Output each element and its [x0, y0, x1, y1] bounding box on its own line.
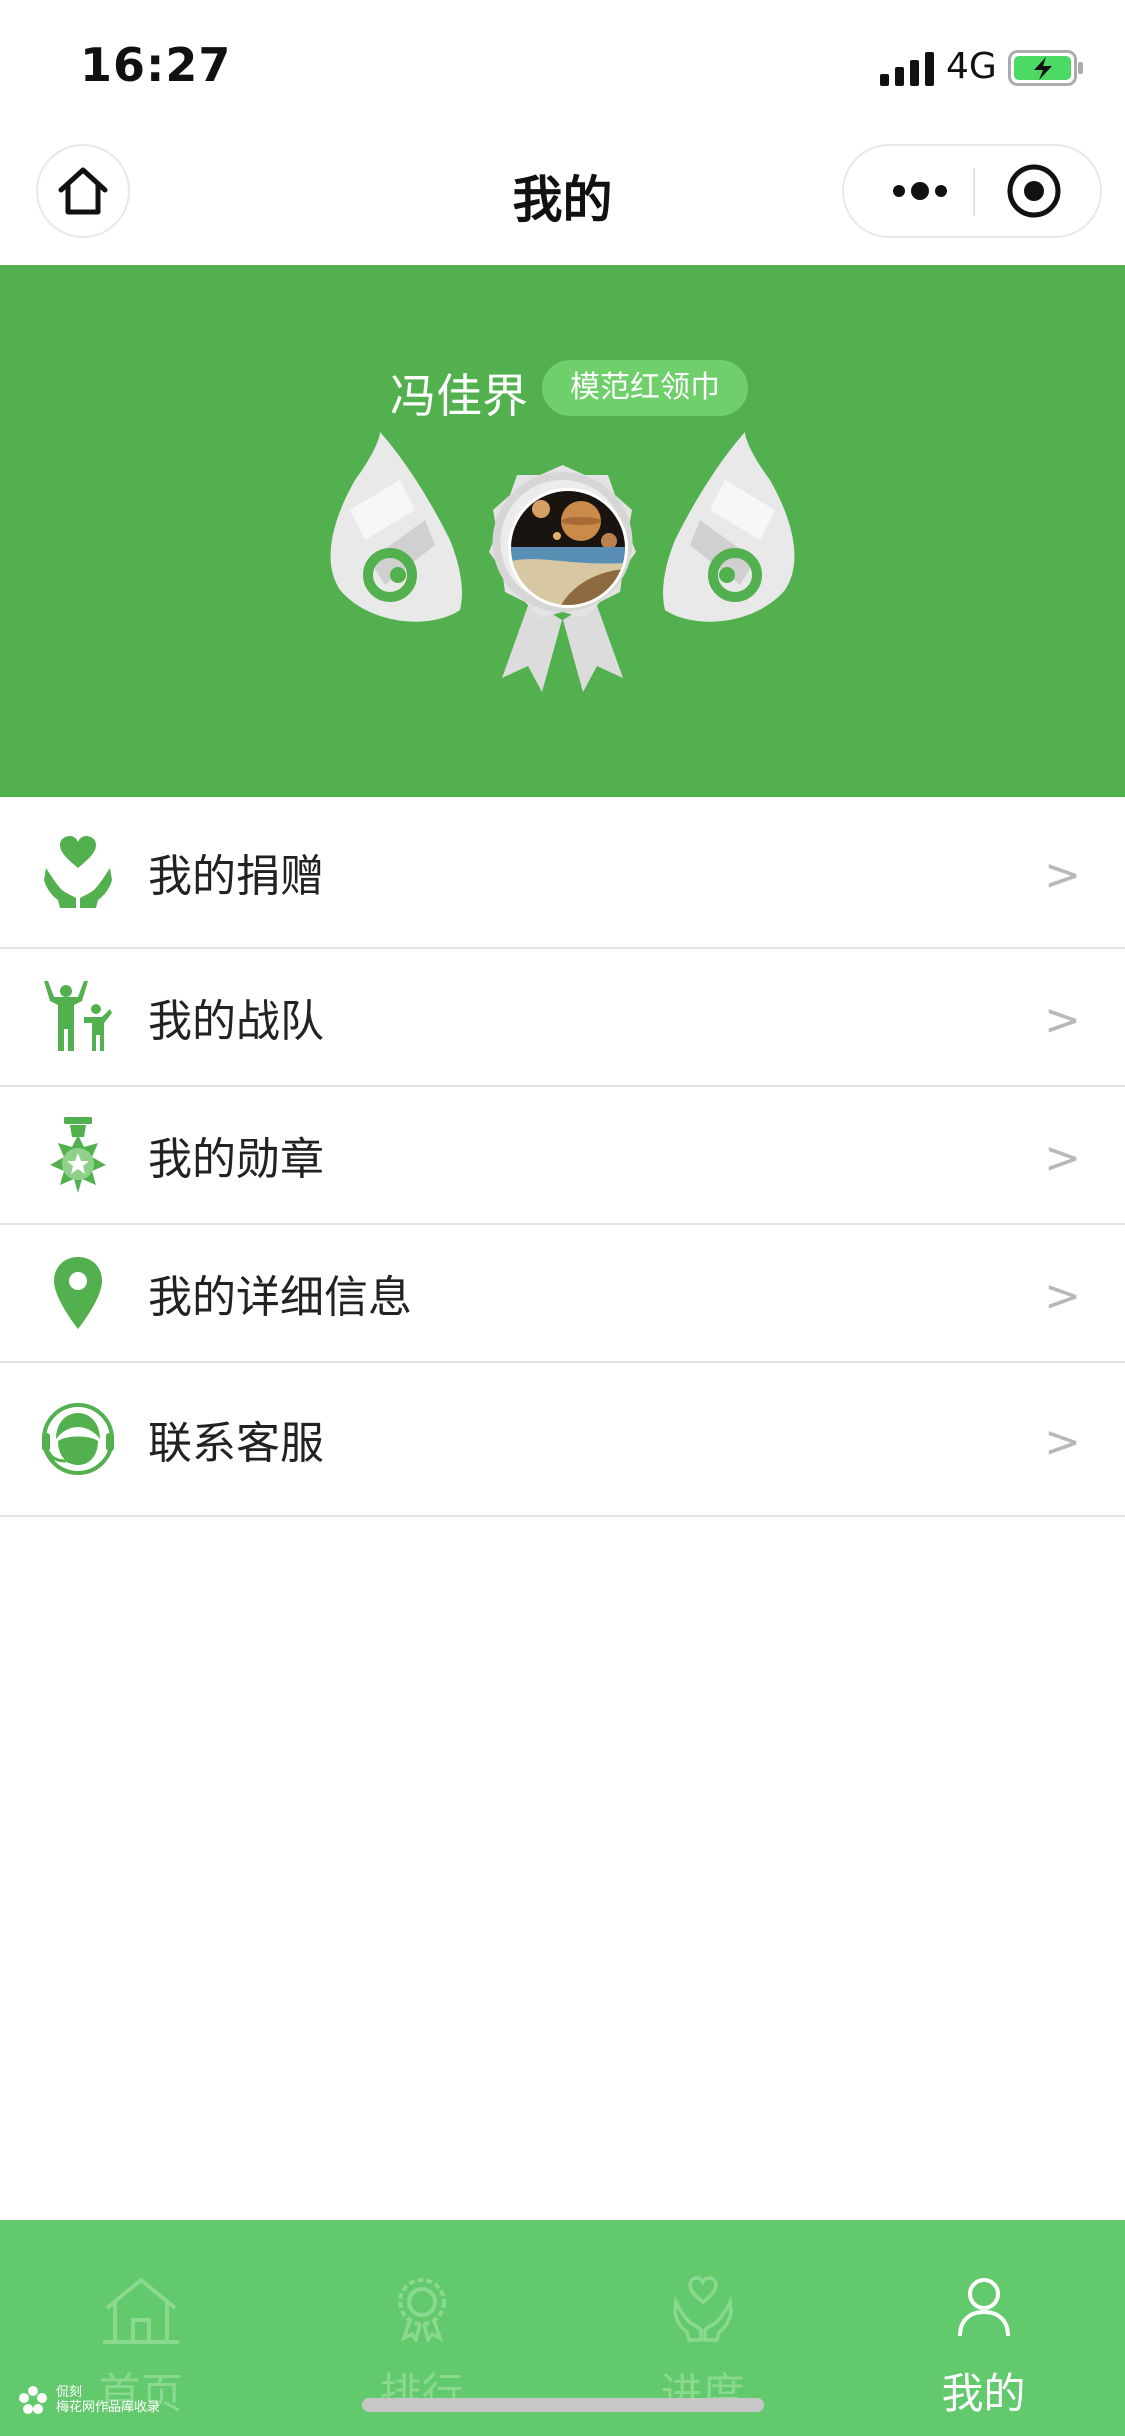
- user-name: 冯佳界: [390, 369, 528, 423]
- chevron-right-icon: >: [1044, 1416, 1081, 1468]
- tab-mine[interactable]: 我的: [843, 2220, 1124, 2436]
- watermark-line: 梅花网作品库收录: [56, 2400, 161, 2415]
- chevron-right-icon: >: [1044, 849, 1081, 901]
- battery-charging-icon: [1008, 50, 1083, 86]
- flower-logo-icon: [19, 2386, 47, 2414]
- more-dot-icon: [935, 185, 947, 197]
- more-dot-icon: [893, 185, 905, 197]
- signal-icon: [880, 52, 934, 86]
- menu-item-customer-service[interactable]: 联系客服 >: [0, 1363, 1125, 1517]
- status-time: 16:27: [80, 38, 232, 92]
- donate-hands-heart-icon: [44, 836, 112, 908]
- navigation-bar: 我的: [0, 130, 1125, 265]
- menu-item-label: 我的战队: [148, 996, 324, 1047]
- menu-item-team[interactable]: 我的战队 >: [0, 949, 1125, 1087]
- ranking-ribbon-icon: [397, 2278, 446, 2342]
- watermark-text: 侃刻 梅花网作品库收录: [56, 2385, 160, 2415]
- menu-item-details[interactable]: 我的详细信息 >: [0, 1225, 1125, 1363]
- progress-hands-heart-icon: [672, 2276, 733, 2342]
- title-badge: 模范红领巾: [542, 360, 748, 416]
- network-type: 4G: [946, 46, 997, 87]
- menu-item-medals[interactable]: 我的勋章 >: [0, 1087, 1125, 1225]
- location-pin-icon: [54, 1257, 102, 1329]
- avatar: [508, 488, 628, 608]
- customer-service-headset-icon: [42, 1403, 114, 1475]
- user-icon: [957, 2278, 1010, 2337]
- watermark: 侃刻 梅花网作品库收录: [18, 2385, 160, 2415]
- chevron-right-icon: >: [1044, 1132, 1081, 1184]
- status-bar: 16:27 4G: [0, 0, 1125, 130]
- watermark-line: 侃刻: [56, 2385, 83, 2400]
- close-miniprogram-button[interactable]: [1004, 161, 1064, 221]
- home-indicator: [362, 2398, 764, 2412]
- menu-item-label: 我的详细信息: [148, 1272, 412, 1323]
- team-people-icon: [44, 981, 112, 1051]
- medal-icon: [50, 1117, 106, 1193]
- tab-label: 我的: [941, 2369, 1026, 2418]
- menu-item-label: 我的勋章: [148, 1134, 324, 1185]
- more-button[interactable]: [880, 146, 960, 236]
- menu-item-label: 联系客服: [148, 1418, 324, 1469]
- more-dot-icon: [911, 182, 929, 200]
- profile-header: 冯佳界 模范红领巾: [0, 265, 1125, 797]
- home-icon: [102, 2278, 179, 2344]
- chevron-right-icon: >: [1044, 994, 1081, 1046]
- menu-list: 我的捐赠 > 我的战队 > 我的勋章 > 我的详细信息 > 联系客服 >: [0, 797, 1125, 1517]
- menu-item-donations[interactable]: 我的捐赠 >: [0, 797, 1125, 949]
- capsule-divider: [973, 168, 975, 216]
- chevron-right-icon: >: [1044, 1270, 1081, 1322]
- menu-item-label: 我的捐赠: [148, 851, 324, 902]
- miniprogram-capsule: [842, 144, 1102, 238]
